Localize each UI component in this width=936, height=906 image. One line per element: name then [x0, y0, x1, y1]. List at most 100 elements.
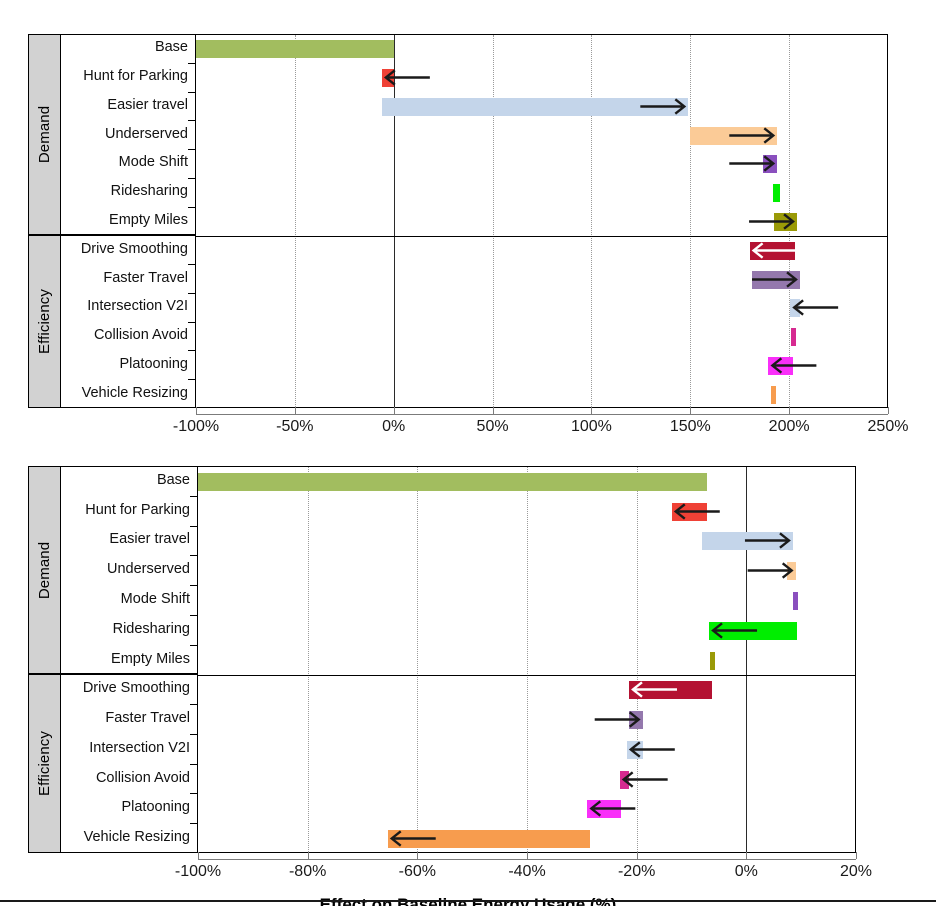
x-axis-tick-3 [492, 407, 494, 414]
row-divider-tick [188, 292, 195, 294]
row-divider-tick [190, 614, 197, 616]
bar-ridesharing[interactable] [773, 184, 781, 203]
row-label-underserved: Underserved [104, 125, 188, 142]
row-label-vehicle-resizing: Vehicle Resizing [83, 829, 190, 846]
bar-ridesharing[interactable] [709, 621, 797, 640]
row-label-base: Base [154, 39, 188, 56]
bar-hunt-for-parking[interactable] [381, 69, 394, 88]
lower-waterfall-chart: Demand Efficiency Base Hunt for Parking Eas… [0, 440, 936, 906]
bar-intersection-v2i[interactable] [790, 299, 800, 318]
row-label-column-efficiency [60, 674, 198, 853]
x-axis-tick-label-4: -20% [617, 863, 656, 880]
row-divider-tick [188, 91, 195, 93]
group-header-demand: Demand [28, 466, 60, 675]
row-divider-tick [188, 149, 195, 151]
bar-drive-smoothing[interactable] [749, 241, 796, 260]
row-divider-tick [190, 585, 197, 587]
x-axis-tick-label-7: 250% [867, 418, 909, 435]
bar-drive-smoothing[interactable] [628, 681, 712, 700]
bar-easier-travel[interactable] [702, 532, 793, 551]
gridline-1 [294, 35, 296, 407]
x-axis-tick-label-0: -100% [174, 863, 222, 880]
x-axis-tick-label-5: 0% [734, 863, 758, 880]
bar-underserved[interactable] [787, 562, 796, 581]
bar-intersection-v2i[interactable] [626, 740, 644, 759]
bar-empty-miles[interactable] [774, 213, 798, 231]
group-header-efficiency-label: Efficiency [36, 731, 54, 797]
row-label-faster-travel: Faster Travel [105, 710, 190, 727]
gridline-5 [690, 35, 692, 407]
x-axis-tick-4 [636, 852, 638, 859]
row-divider-tick [190, 793, 197, 795]
bar-faster-travel[interactable] [751, 270, 800, 289]
x-axis-tick-label-1: -50% [276, 418, 314, 435]
x-axis-tick-2 [417, 852, 419, 859]
bar-base[interactable] [196, 40, 394, 59]
x-axis-tick-1 [307, 852, 309, 859]
row-label-vehicle-resizing: Vehicle Resizing [81, 384, 188, 401]
zero-line [746, 467, 748, 852]
x-axis-tick-4 [591, 407, 593, 414]
row-divider-tick [190, 644, 197, 646]
row-label-platooning: Platooning [121, 799, 190, 816]
row-divider-tick [188, 206, 195, 208]
x-axis-line [196, 414, 888, 415]
row-divider-tick [188, 177, 195, 179]
bar-base[interactable] [198, 472, 708, 491]
row-divider-tick [190, 525, 197, 527]
bar-mode-shift[interactable] [763, 155, 778, 174]
x-axis-tick-1 [294, 407, 296, 414]
row-divider-tick [188, 379, 195, 381]
gridline-1 [307, 467, 309, 852]
gridline-3 [527, 467, 528, 852]
bar-vehicle-resizing[interactable] [387, 830, 591, 849]
gridline-4 [636, 467, 638, 852]
bar-underserved[interactable] [690, 126, 778, 145]
plot-area [198, 466, 856, 853]
group-separator-line [198, 675, 855, 677]
figure-root: Demand Efficiency Base Hunt for Parking Eas… [0, 0, 936, 906]
group-header-efficiency-label: Efficiency [36, 289, 54, 355]
bar-mode-shift[interactable] [792, 591, 798, 610]
row-label-collision-avoid: Collision Avoid [93, 327, 188, 344]
bar-vehicle-resizing[interactable] [771, 385, 777, 404]
bar-collision-avoid[interactable] [791, 328, 797, 347]
upper-waterfall-chart: Demand Efficiency Base Hunt for Parking Eas… [0, 0, 936, 440]
group-header-demand: Demand [28, 34, 60, 236]
row-label-mode-shift: Mode Shift [118, 154, 188, 171]
row-divider-tick [188, 321, 195, 323]
row-divider-tick [188, 62, 195, 64]
gridline-3 [492, 35, 494, 407]
x-axis-tick-label-2: -60% [398, 863, 436, 880]
x-axis-tick-5 [746, 852, 748, 859]
x-axis-tick-3 [527, 852, 528, 859]
group-header-efficiency: Efficiency [28, 674, 60, 853]
gridline-2 [417, 467, 419, 852]
row-label-intersection-v2i: Intersection V2I [89, 739, 190, 756]
x-axis-tick-label-4: 100% [570, 418, 612, 435]
bar-collision-avoid[interactable] [619, 770, 629, 789]
bar-hunt-for-parking[interactable] [671, 502, 708, 521]
x-axis-tick-6 [856, 852, 857, 859]
row-label-base: Base [156, 471, 190, 488]
row-divider-tick [190, 763, 197, 765]
bar-easier-travel[interactable] [381, 97, 689, 116]
row-label-underserved: Underserved [106, 561, 190, 578]
bar-platooning[interactable] [587, 800, 622, 819]
row-label-empty-miles: Empty Miles [109, 212, 188, 228]
figure-bottom-rule [0, 900, 936, 902]
x-axis-tick-label-6: 200% [768, 418, 810, 435]
row-divider-tick [190, 704, 197, 706]
group-header-demand-label: Demand [36, 106, 54, 164]
row-divider-tick [188, 264, 195, 266]
x-axis-tick-2 [393, 407, 395, 414]
group-header-efficiency: Efficiency [28, 235, 60, 408]
bar-empty-miles[interactable] [710, 651, 716, 670]
bar-platooning[interactable] [768, 356, 794, 375]
row-label-faster-travel: Faster Travel [103, 269, 188, 286]
row-label-intersection-v2i: Intersection V2I [87, 298, 188, 315]
bar-faster-travel[interactable] [628, 711, 643, 730]
group-separator-line [196, 236, 887, 238]
x-axis-line [198, 859, 856, 860]
row-divider-tick [190, 823, 197, 825]
